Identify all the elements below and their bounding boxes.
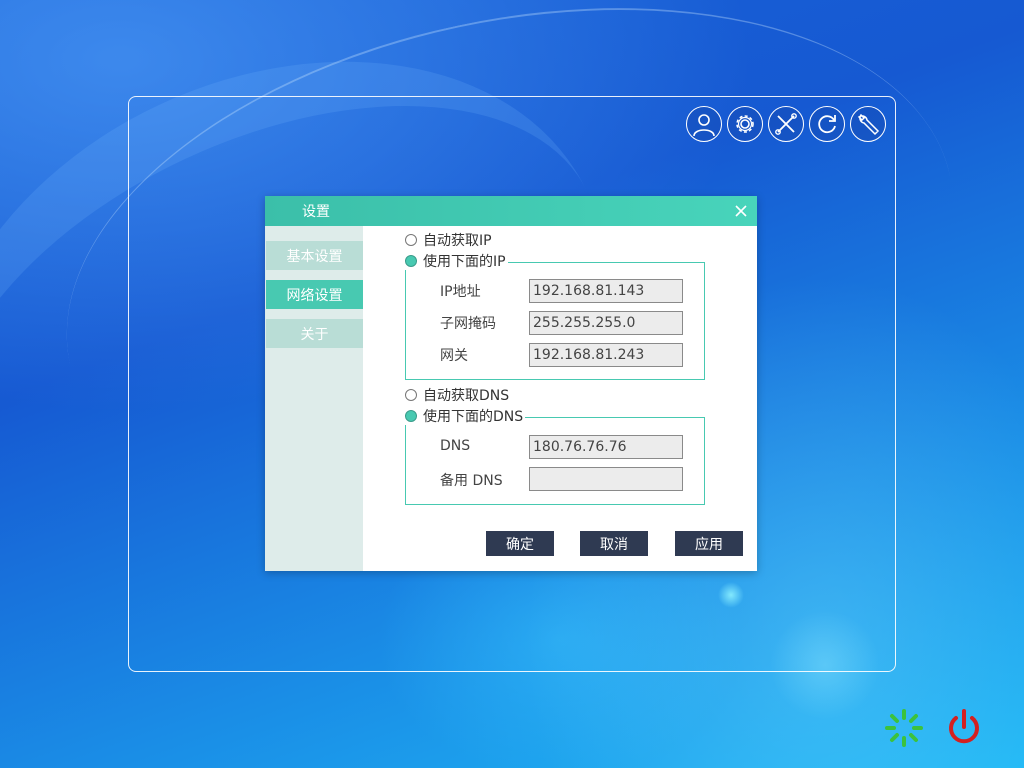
dns-manual-radio[interactable] xyxy=(405,410,417,422)
ip-auto-radio[interactable] xyxy=(405,234,417,246)
ip-manual-label: 使用下面的IP xyxy=(423,254,506,270)
top-toolbar xyxy=(686,106,886,142)
settings-sidebar: 基本设置 网络设置 关于 xyxy=(265,226,363,571)
settings-button[interactable] xyxy=(727,106,763,142)
user-button[interactable] xyxy=(686,106,722,142)
sidebar-item-network[interactable]: 网络设置 xyxy=(266,280,363,309)
dns-auto-radio[interactable] xyxy=(405,389,417,401)
network-settings-panel: 自动获取IP IP地址 子网掩码 网关 使用下面的IP 自动获取DNS DNS … xyxy=(363,226,757,571)
ok-button[interactable]: 确定 xyxy=(486,531,554,556)
apply-button[interactable]: 应用 xyxy=(675,531,743,556)
subnet-mask-label: 子网掩码 xyxy=(440,316,496,332)
subnet-mask-input[interactable] xyxy=(529,311,683,335)
tools-button[interactable] xyxy=(768,106,804,142)
tools-icon xyxy=(775,113,797,135)
dialog-title: 设置 xyxy=(302,204,330,220)
settings-dialog: 设置 基本设置 网络设置 关于 自动获取IP IP地址 子网掩码 网关 使用下面… xyxy=(265,196,757,571)
close-icon[interactable] xyxy=(733,203,749,219)
ip-fields-group: IP地址 子网掩码 网关 xyxy=(405,262,705,380)
dialog-title-bar: 设置 xyxy=(265,196,757,226)
loading-spinner-icon[interactable] xyxy=(884,708,924,748)
dns-auto-option[interactable]: 自动获取DNS xyxy=(405,386,512,404)
ip-manual-option[interactable]: 使用下面的IP xyxy=(405,252,508,270)
ip-address-label: IP地址 xyxy=(440,284,481,300)
cancel-button[interactable]: 取消 xyxy=(580,531,648,556)
sidebar-item-about[interactable]: 关于 xyxy=(266,319,363,348)
wrench-button[interactable] xyxy=(850,106,886,142)
dns-secondary-input[interactable] xyxy=(529,467,683,491)
gateway-input[interactable] xyxy=(529,343,683,367)
dns-secondary-label: 备用 DNS xyxy=(440,473,503,489)
dns-manual-label: 使用下面的DNS xyxy=(423,409,524,425)
gateway-label: 网关 xyxy=(440,348,468,364)
wrench-icon xyxy=(857,113,880,136)
sidebar-item-basic[interactable]: 基本设置 xyxy=(266,241,363,270)
ip-auto-option[interactable]: 自动获取IP xyxy=(405,231,494,249)
dns-fields-group: DNS 备用 DNS xyxy=(405,417,705,505)
power-icon[interactable] xyxy=(944,708,984,748)
dns-primary-input[interactable] xyxy=(529,435,683,459)
refresh-icon xyxy=(818,115,836,134)
refresh-button[interactable] xyxy=(809,106,845,142)
ip-auto-label: 自动获取IP xyxy=(423,233,492,249)
dns-manual-option[interactable]: 使用下面的DNS xyxy=(405,407,526,425)
user-icon xyxy=(693,114,715,137)
ip-address-input[interactable] xyxy=(529,279,683,303)
gear-icon xyxy=(736,115,754,133)
ip-manual-radio[interactable] xyxy=(405,255,417,267)
dns-primary-label: DNS xyxy=(440,438,471,454)
dns-auto-label: 自动获取DNS xyxy=(423,388,510,404)
